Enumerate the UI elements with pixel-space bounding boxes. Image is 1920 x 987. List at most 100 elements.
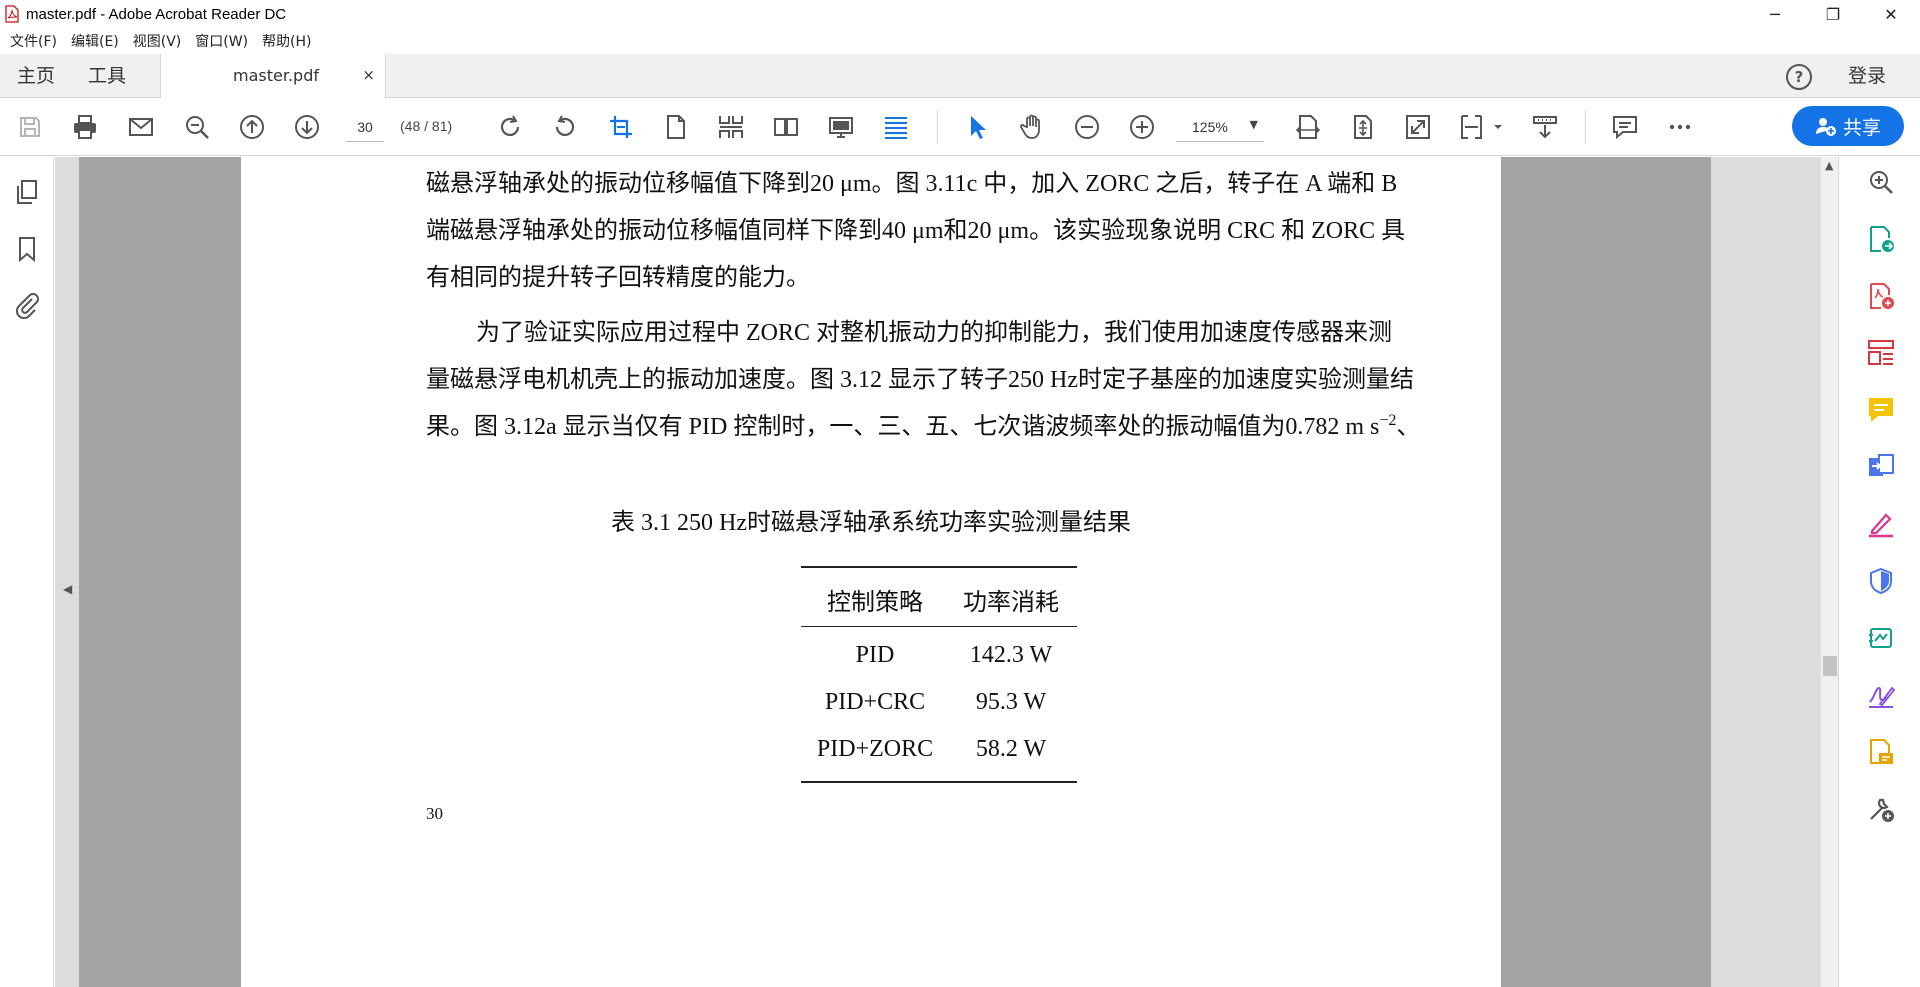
read-aloud-icon[interactable]: [1530, 112, 1560, 142]
two-page-icon[interactable]: [771, 112, 801, 142]
scrollbar-thumb[interactable]: [1823, 656, 1837, 676]
attachment-icon[interactable]: [12, 290, 42, 320]
zoom-value: 125%: [1192, 119, 1228, 135]
menu-edit[interactable]: 编辑(E): [71, 31, 119, 51]
sign-icon[interactable]: [1866, 680, 1896, 710]
page-down-icon[interactable]: [292, 112, 322, 142]
page-display-icon[interactable]: [1459, 112, 1503, 142]
zoom-out-icon[interactable]: [1072, 112, 1102, 142]
single-page-icon[interactable]: [661, 112, 691, 142]
left-navigation-pane: [0, 157, 54, 987]
paragraph-line: 有相同的提升转子回转精度的能力。: [426, 265, 810, 291]
send-for-signature-icon[interactable]: [1866, 623, 1896, 653]
zoom-in-icon[interactable]: [1127, 112, 1157, 142]
comment-tool-icon[interactable]: [1866, 395, 1896, 425]
paragraph-line: 磁悬浮轴承处的振动位移幅值下降到20 μm。图 3.11c 中，加入 ZORC …: [426, 171, 1398, 197]
tab-home[interactable]: 主页: [17, 54, 55, 98]
create-pdf-icon[interactable]: [1866, 281, 1896, 311]
paragraph-text: 果。图 3.12a 显示当仅有 PID 控制时，一、三、五、七次谐波频率处的振动…: [426, 414, 1380, 440]
menu-bar: 文件(F) 编辑(E) 视图(V) 窗口(W) 帮助(H): [0, 28, 1920, 54]
table-top-rule: [801, 566, 1077, 568]
table-cell: 142.3 W: [969, 642, 1053, 668]
scroll-up-icon[interactable]: ▲: [1825, 159, 1833, 172]
page-thumbnails-icon[interactable]: [12, 177, 42, 207]
table-cell: 58.2 W: [975, 736, 1047, 762]
expand-left-pane-icon[interactable]: ◀: [63, 582, 72, 596]
organize-pages-icon[interactable]: [1866, 338, 1896, 368]
two-page-scroll-icon[interactable]: [716, 112, 746, 142]
menu-file[interactable]: 文件(F): [10, 31, 57, 51]
acrobat-pdf-icon: [5, 5, 19, 23]
menu-view[interactable]: 视图(V): [133, 31, 182, 51]
tab-document[interactable]: master.pdf ×: [160, 54, 386, 98]
email-icon[interactable]: [126, 112, 156, 142]
paragraph-line: 为了验证实际应用过程中 ZORC 对整机振动力的抑制能力，我们使用加速度传感器来…: [476, 320, 1393, 346]
superscript: −2: [1379, 412, 1397, 429]
page-number-input[interactable]: [346, 112, 384, 142]
menu-window[interactable]: 窗口(W): [195, 31, 248, 51]
request-signature-icon[interactable]: [1866, 737, 1896, 767]
table-header-rule: [801, 626, 1077, 627]
page-count: (48 / 81): [400, 118, 453, 134]
tab-bar: 主页 工具 master.pdf × ? 登录: [0, 54, 1920, 98]
paragraph-line: 量磁悬浮电机机壳上的振动加速度。图 3.12 显示了转子250 Hz时定子基座的…: [426, 367, 1414, 393]
more-tools-icon[interactable]: [1866, 794, 1896, 824]
export-pdf-icon[interactable]: [1866, 224, 1896, 254]
more-icon[interactable]: [1665, 112, 1695, 142]
print-icon[interactable]: [70, 112, 100, 142]
table-header: 控制策略: [827, 590, 923, 616]
zoom-select[interactable]: 125% ▼: [1176, 112, 1264, 142]
save-icon[interactable]: [15, 112, 45, 142]
share-button[interactable]: 共享: [1792, 106, 1904, 146]
fill-sign-icon[interactable]: [1866, 509, 1896, 539]
select-pointer-icon[interactable]: [962, 112, 992, 142]
bookmark-icon[interactable]: [12, 234, 42, 264]
chevron-down-icon: ▼: [1249, 118, 1258, 131]
login-button[interactable]: 登录: [1848, 54, 1886, 98]
paragraph-line: 端磁悬浮轴承处的振动位移幅值同样下降到40 μm和20 μm。该实验现象说明 C…: [426, 218, 1406, 244]
tab-tools[interactable]: 工具: [88, 54, 126, 98]
table-caption: 表 3.1 250 Hz时磁悬浮轴承系统功率实验测量结果: [611, 510, 1131, 536]
zoom-search-icon[interactable]: [182, 112, 212, 142]
fit-page-icon[interactable]: [1348, 112, 1378, 142]
table-cell: PID: [855, 642, 895, 668]
hand-icon[interactable]: [1017, 112, 1047, 142]
continuous-scroll-icon[interactable]: [881, 112, 911, 142]
right-tools-pane: [1838, 157, 1920, 987]
paragraph-punctuation: 、: [1396, 414, 1421, 440]
close-window-button[interactable]: ✕: [1862, 0, 1920, 28]
minimize-button[interactable]: ─: [1746, 0, 1804, 28]
table-cell: PID+ZORC: [816, 736, 934, 762]
table-bottom-rule: [801, 781, 1077, 783]
close-tab-icon[interactable]: ×: [362, 66, 375, 84]
page-up-icon[interactable]: [237, 112, 267, 142]
window-title: master.pdf - Adobe Acrobat Reader DC: [26, 5, 287, 23]
vertical-scrollbar[interactable]: ▲: [1820, 157, 1838, 987]
document-tab-label: master.pdf: [233, 66, 319, 85]
menu-help[interactable]: 帮助(H): [262, 31, 311, 51]
crop-icon[interactable]: [606, 112, 636, 142]
help-icon[interactable]: ?: [1786, 64, 1812, 90]
add-user-icon: [1815, 118, 1836, 136]
table-cell: 95.3 W: [975, 689, 1047, 715]
protect-icon[interactable]: [1866, 566, 1896, 596]
comment-icon[interactable]: [1610, 112, 1640, 142]
enhance-scan-icon[interactable]: [1866, 167, 1896, 197]
combine-files-icon[interactable]: [1866, 452, 1896, 482]
title-bar: master.pdf - Adobe Acrobat Reader DC ─ ❐…: [0, 0, 1920, 28]
paragraph-line: 果。图 3.12a 显示当仅有 PID 控制时，一、三、五、七次谐波频率处的振动…: [426, 406, 1420, 441]
share-label: 共享: [1842, 116, 1881, 139]
full-screen-icon[interactable]: [1403, 112, 1433, 142]
rotate-counterclockwise-icon[interactable]: [550, 112, 580, 142]
rotate-clockwise-icon[interactable]: [495, 112, 525, 142]
pdf-page: 磁悬浮轴承处的振动位移幅值下降到20 μm。图 3.11c 中，加入 ZORC …: [241, 157, 1501, 987]
presentation-icon[interactable]: [826, 112, 856, 142]
table-header: 功率消耗: [963, 590, 1059, 616]
toolbar-divider: [1585, 110, 1586, 144]
table-cell: PID+CRC: [824, 689, 926, 715]
toolbar: (48 / 81) 125% ▼: [0, 98, 1920, 156]
fit-width-icon[interactable]: [1293, 112, 1323, 142]
restore-button[interactable]: ❐: [1804, 0, 1862, 28]
document-viewport[interactable]: ◀ ◀ 磁悬浮轴承处的振动位移幅值下降到20 μm。图 3.11c 中，加入 Z…: [55, 157, 1820, 987]
page-number: 30: [426, 804, 443, 823]
